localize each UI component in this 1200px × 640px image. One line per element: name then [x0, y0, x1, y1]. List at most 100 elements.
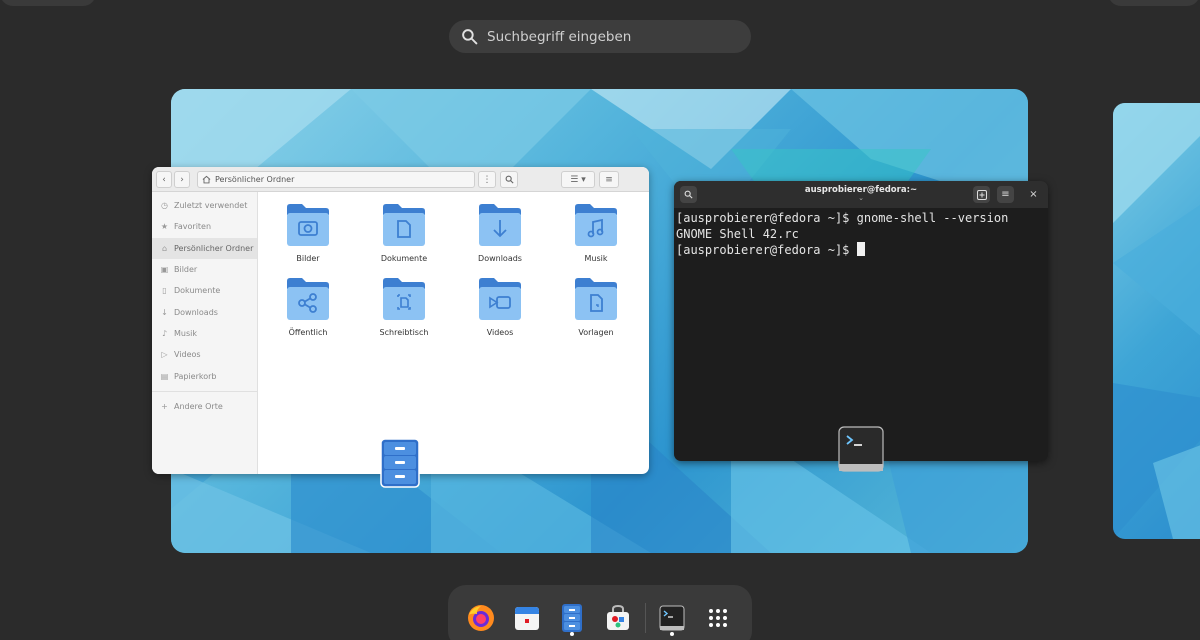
- text-cursor: [856, 242, 865, 256]
- dock-firefox[interactable]: [464, 601, 498, 635]
- software-icon: [607, 604, 629, 630]
- sidebar-item-label: Videos: [174, 350, 201, 360]
- folder-label: Videos: [486, 328, 514, 337]
- terminal-line: [ausprobierer@fedora ~]$ gnome-shell --v…: [676, 211, 1009, 225]
- back-button[interactable]: ‹: [156, 171, 172, 188]
- search-icon: [505, 175, 514, 184]
- sidebar-item-home[interactable]: ⌂ Persönlicher Ordner: [152, 237, 257, 259]
- hamburger-icon: ≡: [1001, 189, 1010, 200]
- wallpaper: [1113, 103, 1200, 539]
- download-icon: ↓: [161, 307, 168, 317]
- terminal-menu-button[interactable]: ≡: [997, 186, 1014, 203]
- sidebar-item-music[interactable]: ♪ Musik: [152, 323, 257, 344]
- home-icon: ⌂: [161, 243, 168, 253]
- folder-templates[interactable]: Vorlagen: [556, 277, 636, 337]
- sidebar-item-other-locations[interactable]: + Andere Orte: [152, 396, 257, 417]
- document-icon: [383, 204, 425, 246]
- folder-documents[interactable]: Dokumente: [364, 203, 444, 263]
- terminal-app-icon: [838, 426, 884, 476]
- sidebar-item-label: Andere Orte: [174, 401, 223, 411]
- share-icon: [287, 278, 329, 320]
- desktop-icon: [383, 278, 425, 320]
- files-window[interactable]: ‹ › Persönlicher Ordner ⋮ ☰ ▾ ≡ ◷ Zuletzt…: [152, 167, 649, 474]
- trash-icon: ▤: [160, 371, 169, 381]
- folder-downloads[interactable]: Downloads: [460, 203, 540, 263]
- close-icon: ×: [1029, 189, 1038, 200]
- path-bar[interactable]: Persönlicher Ordner: [197, 171, 475, 188]
- firefox-icon: [468, 605, 494, 631]
- video-icon: ▷: [161, 350, 168, 360]
- running-indicator: [670, 632, 674, 636]
- search-icon: [462, 29, 478, 45]
- sidebar-item-trash[interactable]: ▤ Papierkorb: [152, 365, 257, 386]
- search-button[interactable]: [500, 171, 518, 188]
- folder-pictures[interactable]: Bilder: [268, 203, 348, 263]
- clock-icon: ◷: [161, 201, 168, 211]
- dock-software[interactable]: [601, 601, 635, 635]
- sidebar-item-label: Papierkorb: [174, 371, 217, 381]
- main-menu-button[interactable]: ≡: [599, 171, 619, 188]
- path-menu-button[interactable]: ⋮: [478, 171, 496, 188]
- music-icon: ♪: [161, 328, 168, 338]
- terminal-window[interactable]: ausprobierer@fedora:~ ⌄ ≡ × [ausprobiere…: [674, 181, 1048, 461]
- template-icon: [575, 278, 617, 320]
- terminal-output[interactable]: [ausprobierer@fedora ~]$ gnome-shell --v…: [674, 208, 1048, 260]
- download-icon: [479, 204, 521, 246]
- sidebar-item-videos[interactable]: ▷ Videos: [152, 344, 257, 365]
- folder-videos[interactable]: Videos: [460, 277, 540, 337]
- folder-label: Vorlagen: [578, 328, 614, 337]
- activities-button[interactable]: [0, 0, 96, 6]
- hamburger-icon: ≡: [605, 174, 613, 185]
- view-toggle-button[interactable]: ☰ ▾: [561, 171, 595, 188]
- calendar-icon: [515, 607, 539, 630]
- folder-public[interactable]: Öffentlich: [268, 277, 348, 337]
- folder-grid: Bilder Dokumente Downloads Musik Öffentl…: [258, 192, 649, 474]
- files-icon: [562, 604, 582, 632]
- dock-files[interactable]: [555, 601, 589, 635]
- folder-desktop[interactable]: Schreibtisch: [364, 277, 444, 337]
- music-icon: [575, 204, 617, 246]
- chevron-down-icon[interactable]: ⌄: [674, 194, 1048, 202]
- show-apps-button[interactable]: [701, 601, 735, 635]
- folder-label: Schreibtisch: [379, 328, 429, 337]
- new-tab-icon: [976, 189, 987, 200]
- sidebar-item-recent[interactable]: ◷ Zuletzt verwendet: [152, 195, 257, 216]
- workspace-thumbnail-next[interactable]: [1113, 103, 1200, 539]
- sidebar-item-label: Bilder: [174, 265, 198, 275]
- terminal-icon: [659, 605, 685, 631]
- folder-label: Bilder: [296, 254, 320, 263]
- dock-separator: [645, 603, 646, 633]
- sidebar-item-downloads[interactable]: ↓ Downloads: [152, 301, 257, 322]
- sidebar-divider: [152, 390, 257, 392]
- folder-label: Öffentlich: [288, 328, 328, 337]
- sidebar-item-label: Musik: [174, 328, 197, 338]
- dock-terminal[interactable]: [655, 601, 689, 635]
- files-app-icon: [380, 438, 420, 492]
- folder-label: Downloads: [478, 254, 522, 263]
- forward-button[interactable]: ›: [174, 171, 190, 188]
- search-bar[interactable]: [449, 20, 751, 53]
- chevron-left-icon: ‹: [162, 174, 166, 185]
- close-button[interactable]: ×: [1025, 186, 1042, 203]
- sidebar-item-label: Favoriten: [174, 222, 212, 232]
- folder-label: Dokumente: [380, 254, 428, 263]
- sidebar-item-label: Zuletzt verwendet: [174, 201, 248, 211]
- sidebar-item-favorites[interactable]: ★ Favoriten: [152, 216, 257, 237]
- sidebar-item-pictures[interactable]: ▣ Bilder: [152, 259, 257, 280]
- folder-music[interactable]: Musik: [556, 203, 636, 263]
- terminal-headerbar: ausprobierer@fedora:~ ⌄ ≡ ×: [674, 181, 1048, 208]
- terminal-prompt: [ausprobierer@fedora ~]$: [676, 243, 857, 257]
- sidebar-item-label: Dokumente: [174, 286, 221, 296]
- system-status-area[interactable]: [1108, 0, 1200, 6]
- dock-calendar[interactable]: [510, 601, 544, 635]
- plus-icon: +: [161, 401, 168, 411]
- search-input[interactable]: [487, 28, 727, 45]
- star-icon: ★: [160, 222, 169, 232]
- sidebar-item-documents[interactable]: ▯ Dokumente: [152, 280, 257, 301]
- new-tab-button[interactable]: [973, 186, 990, 203]
- dash: [448, 585, 752, 640]
- folder-label: Musik: [584, 254, 608, 263]
- path-label: Persönlicher Ordner: [215, 175, 295, 184]
- dots-vertical-icon: ⋮: [482, 174, 492, 185]
- sidebar-item-label: Downloads: [174, 307, 218, 317]
